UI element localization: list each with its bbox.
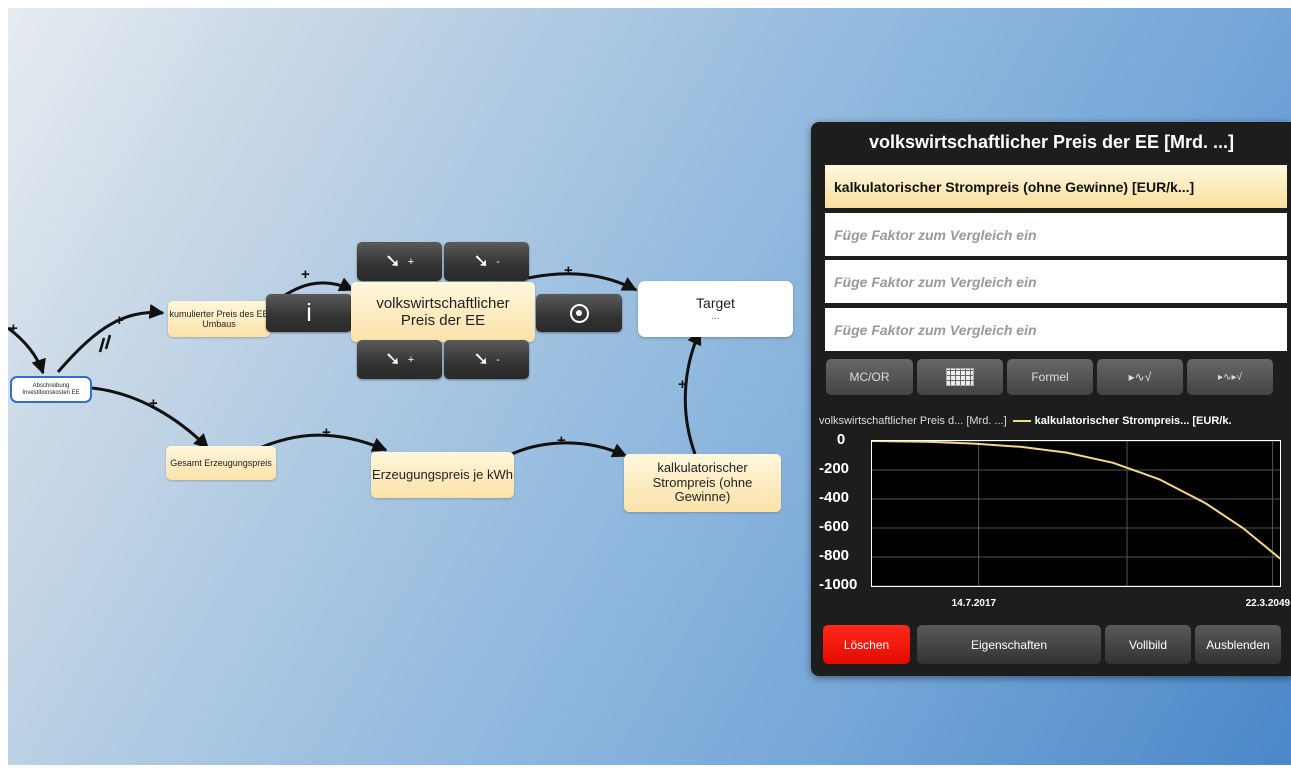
x-tick-label: 14.7.2017 (951, 598, 997, 609)
fullscreen-button[interactable]: Vollbild (1105, 625, 1191, 664)
x-tick-label: 22.3.2049 (1245, 598, 1291, 609)
arrow-diagonal-icon: ➘ (473, 251, 490, 272)
node-volkswirtschaftlicher-preis[interactable]: volkswirtschaftlicher Preis der EE (351, 282, 535, 342)
sign-8: + (678, 376, 687, 393)
play-graph-button[interactable]: ▸∿√ (1097, 359, 1183, 395)
play-compare-graph-button[interactable]: ▸∿▸√ (1187, 359, 1273, 395)
y-tick-label: -1000 (819, 576, 858, 593)
focus-arrow-plus-top[interactable]: ➘ + (357, 242, 442, 281)
sign-1: + (9, 320, 18, 337)
panel-title: volkswirtschaftlicher Preis der EE [Mrd.… (868, 132, 1235, 152)
node-erzeugungspreis-je-kwh[interactable]: Erzeugungspreis je kWh (371, 452, 514, 498)
compare-factor-slot-3[interactable]: Füge Faktor zum Vergleich ein (825, 308, 1287, 351)
arrow-diagonal-icon: ➘ (384, 349, 401, 370)
target-circle-icon (569, 303, 589, 323)
inspector-panel: volkswirtschaftlicher Preis der EE [Mrd.… (811, 122, 1291, 676)
chart-legend: volkswirtschaftlicher Preis d... [Mrd. .… (819, 415, 1289, 427)
data-point (926, 441, 929, 443)
node-abschreibung[interactable]: Abschreibung Investitionskosten EE (10, 376, 92, 403)
data-point (1112, 461, 1114, 464)
data-point (1158, 478, 1161, 481)
y-tick-label: -600 (819, 518, 850, 535)
chart-svg (872, 441, 1280, 586)
delay-mark (98, 334, 112, 353)
chart-plot-area (871, 440, 1281, 587)
focus-arrow-plus-bottom[interactable]: ➘ + (357, 340, 442, 379)
legend-series-1: volkswirtschaftlicher Preis d... [Mrd. .… (819, 415, 1007, 427)
play-compare-icon: ▸∿▸√ (1218, 371, 1242, 383)
formel-button[interactable]: Formel (1007, 359, 1093, 395)
properties-button[interactable]: Eigenschaften (917, 625, 1101, 664)
hide-button[interactable]: Ausblenden (1195, 625, 1281, 664)
arrow-diagonal-icon: ➘ (473, 349, 490, 370)
node-kalkulatorischer-strompreis[interactable]: kalkulatorischer Strompreis (ohne Gewinn… (624, 454, 781, 512)
legend-line-swatch (1012, 420, 1031, 423)
legend-series-2: kalkulatorischer Strompreis... [EUR/k. (1034, 415, 1232, 427)
arrow-diagonal-icon: ➘ (384, 251, 401, 272)
y-tick-label: 0 (836, 431, 846, 448)
sign-7: + (557, 432, 566, 449)
data-point (973, 442, 975, 445)
active-factor-row[interactable]: kalkulatorischer Strompreis (ohne Gewinn… (825, 165, 1287, 208)
sign-2: + (115, 312, 124, 329)
focus-arrow-minus-top[interactable]: ➘ - (444, 242, 529, 281)
data-point (1019, 446, 1022, 448)
data-point (1242, 527, 1244, 529)
table-grid-icon (946, 368, 974, 386)
compare-factor-slot-2[interactable]: Füge Faktor zum Vergleich ein (825, 260, 1287, 303)
compare-factor-slot-1[interactable]: Füge Faktor zum Vergleich ein (825, 213, 1287, 256)
sign-3: + (301, 266, 310, 283)
node-kumulierter-preis[interactable]: kumulierter Preis des EE Umbaus (168, 301, 270, 337)
focus-arrow-minus-bottom[interactable]: ➘ - (444, 340, 529, 379)
delete-button[interactable]: Löschen (823, 625, 910, 664)
node-target[interactable]: Target ... (638, 281, 793, 337)
data-point (1205, 502, 1207, 505)
play-graph-icon: ▸∿√ (1128, 370, 1152, 384)
y-tick-label: -400 (819, 489, 850, 506)
table-view-button[interactable] (917, 359, 1003, 395)
arrow-kalk-target (683, 329, 702, 455)
y-tick-label: -800 (819, 547, 850, 564)
arrow-abschreibung-kumulierter (56, 304, 165, 373)
series-line-0 (872, 441, 1280, 560)
target-focus-button[interactable] (536, 294, 622, 332)
data-point (1065, 451, 1068, 454)
info-button[interactable]: i (266, 294, 352, 332)
mcor-button[interactable]: MC/OR (826, 359, 913, 395)
sign-6: + (322, 424, 331, 441)
y-tick-label: -200 (819, 460, 850, 477)
node-gesamt-erzeugungspreis[interactable]: Gesamt Erzeugungspreis (166, 446, 276, 480)
arrow-focus-target (527, 272, 638, 292)
sign-5: + (149, 395, 158, 412)
sign-4: + (564, 262, 573, 279)
